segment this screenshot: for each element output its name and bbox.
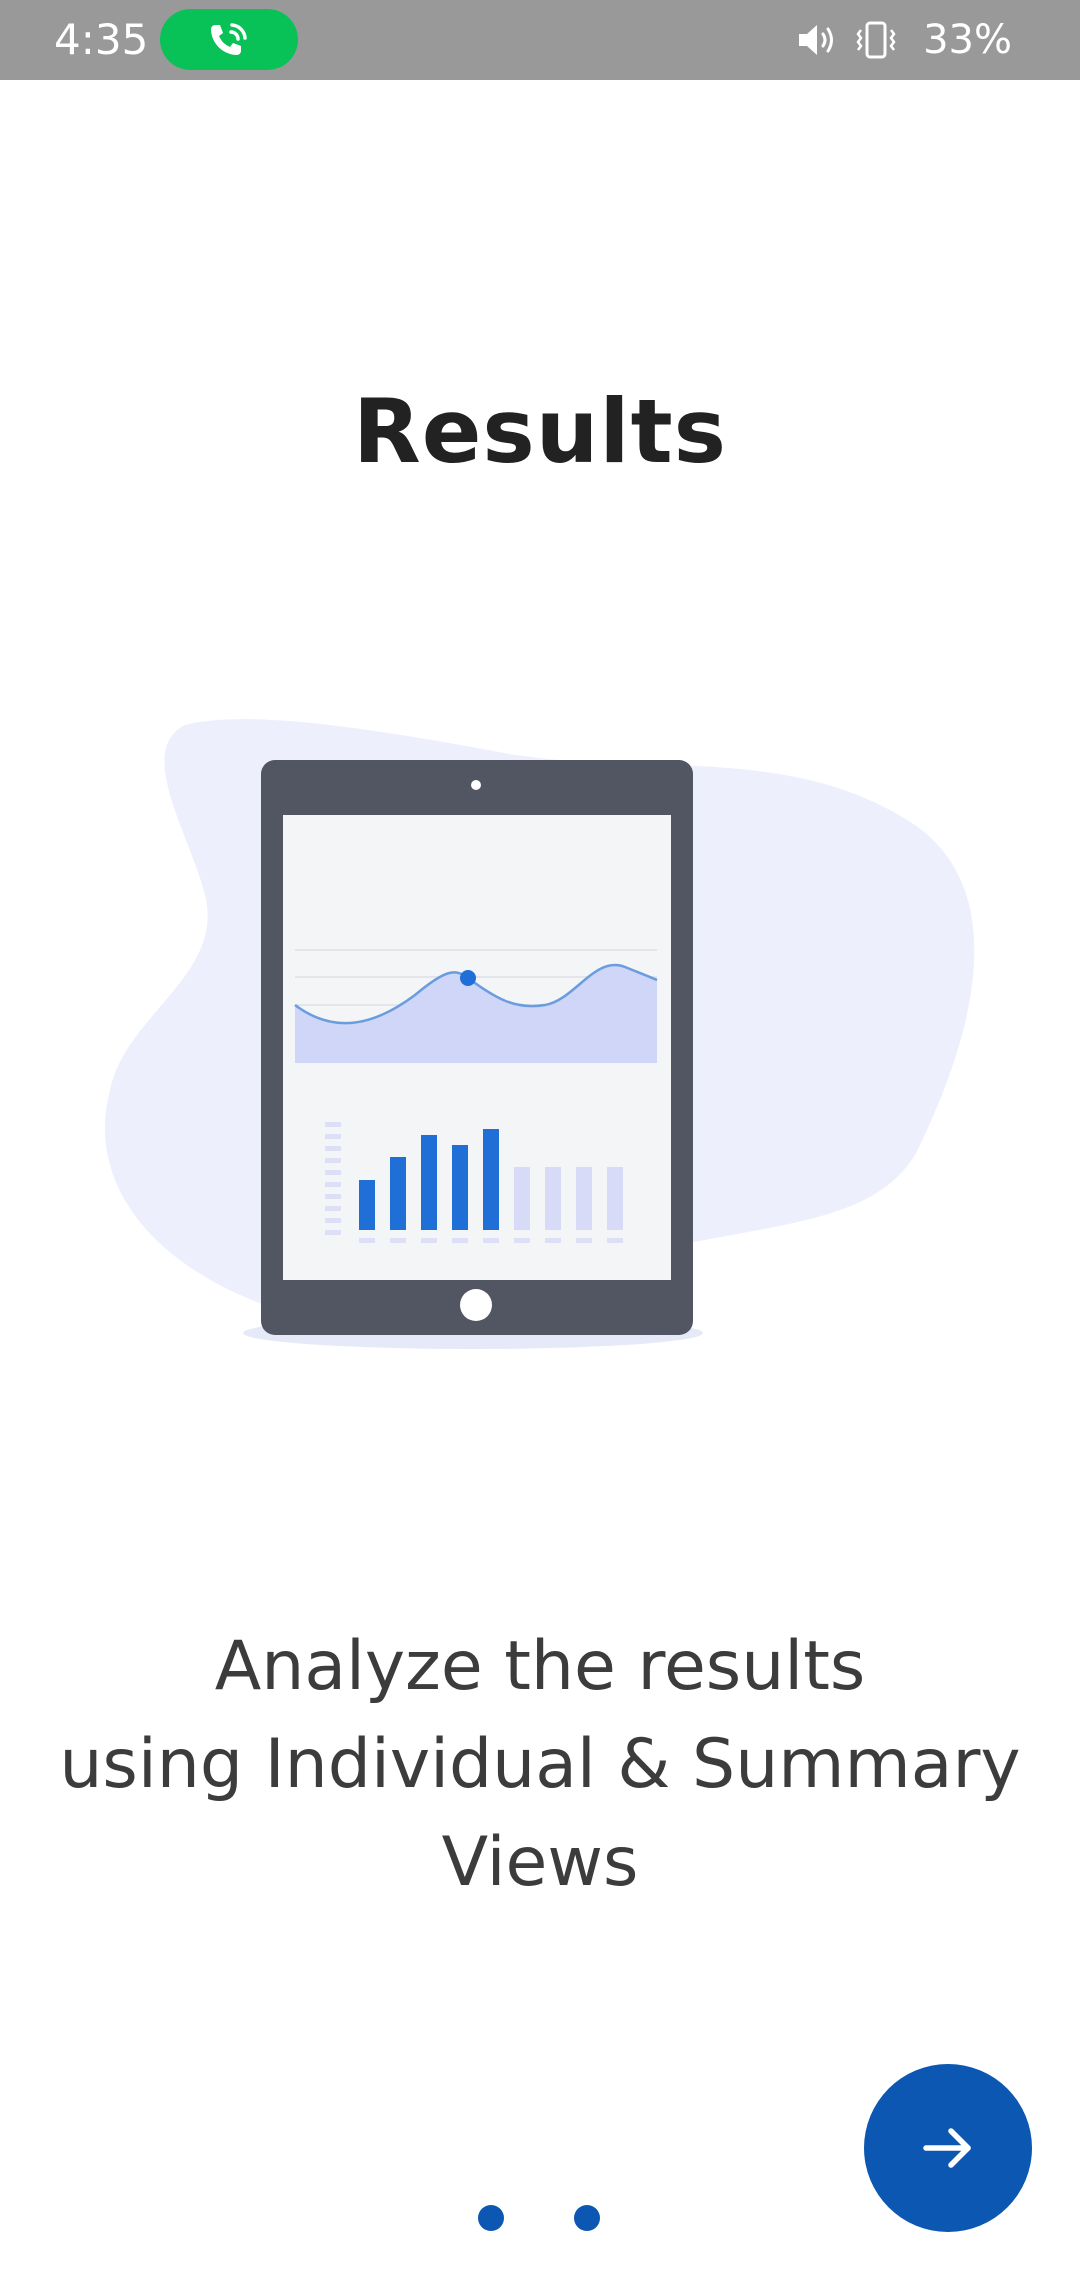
bar-chart-baseline <box>359 1238 623 1243</box>
tablet-chart-illustration <box>104 719 975 1349</box>
vibrate-icon <box>856 21 896 59</box>
bar <box>545 1167 561 1230</box>
tablet-home-button <box>460 1289 492 1321</box>
onboarding-screen: 4:35 33% Results Analyze the results usi… <box>0 0 1080 2280</box>
onboarding-description: Analyze the results using Individual & S… <box>40 1618 1040 1912</box>
page-dot[interactable] <box>478 2205 504 2231</box>
status-icons: 33% <box>795 14 1012 66</box>
area-chart-point <box>460 970 476 986</box>
status-time: 4:35 <box>54 15 149 64</box>
volume-icon <box>799 25 834 55</box>
bar <box>421 1135 437 1230</box>
next-button[interactable] <box>864 2064 1032 2232</box>
status-bar: 4:35 33% <box>0 0 1080 80</box>
ongoing-call-pill[interactable] <box>160 9 298 70</box>
bar <box>452 1145 468 1230</box>
description-line: using Individual & Summary <box>59 1725 1021 1804</box>
battery-percentage: 33% <box>923 17 1012 63</box>
bar <box>359 1180 375 1230</box>
bar <box>514 1167 530 1230</box>
bar <box>483 1129 499 1230</box>
page-indicator <box>478 2205 608 2231</box>
call-icon <box>211 23 247 55</box>
page-dot[interactable] <box>574 2205 600 2231</box>
bar <box>607 1167 623 1230</box>
description-line: Analyze the results <box>214 1627 866 1706</box>
arrow-right-icon <box>923 2128 971 2168</box>
bar <box>576 1167 592 1230</box>
description-line: Views <box>441 1823 639 1902</box>
tablet-camera <box>471 780 481 790</box>
page-title: Results <box>352 380 728 483</box>
bar <box>390 1157 406 1230</box>
